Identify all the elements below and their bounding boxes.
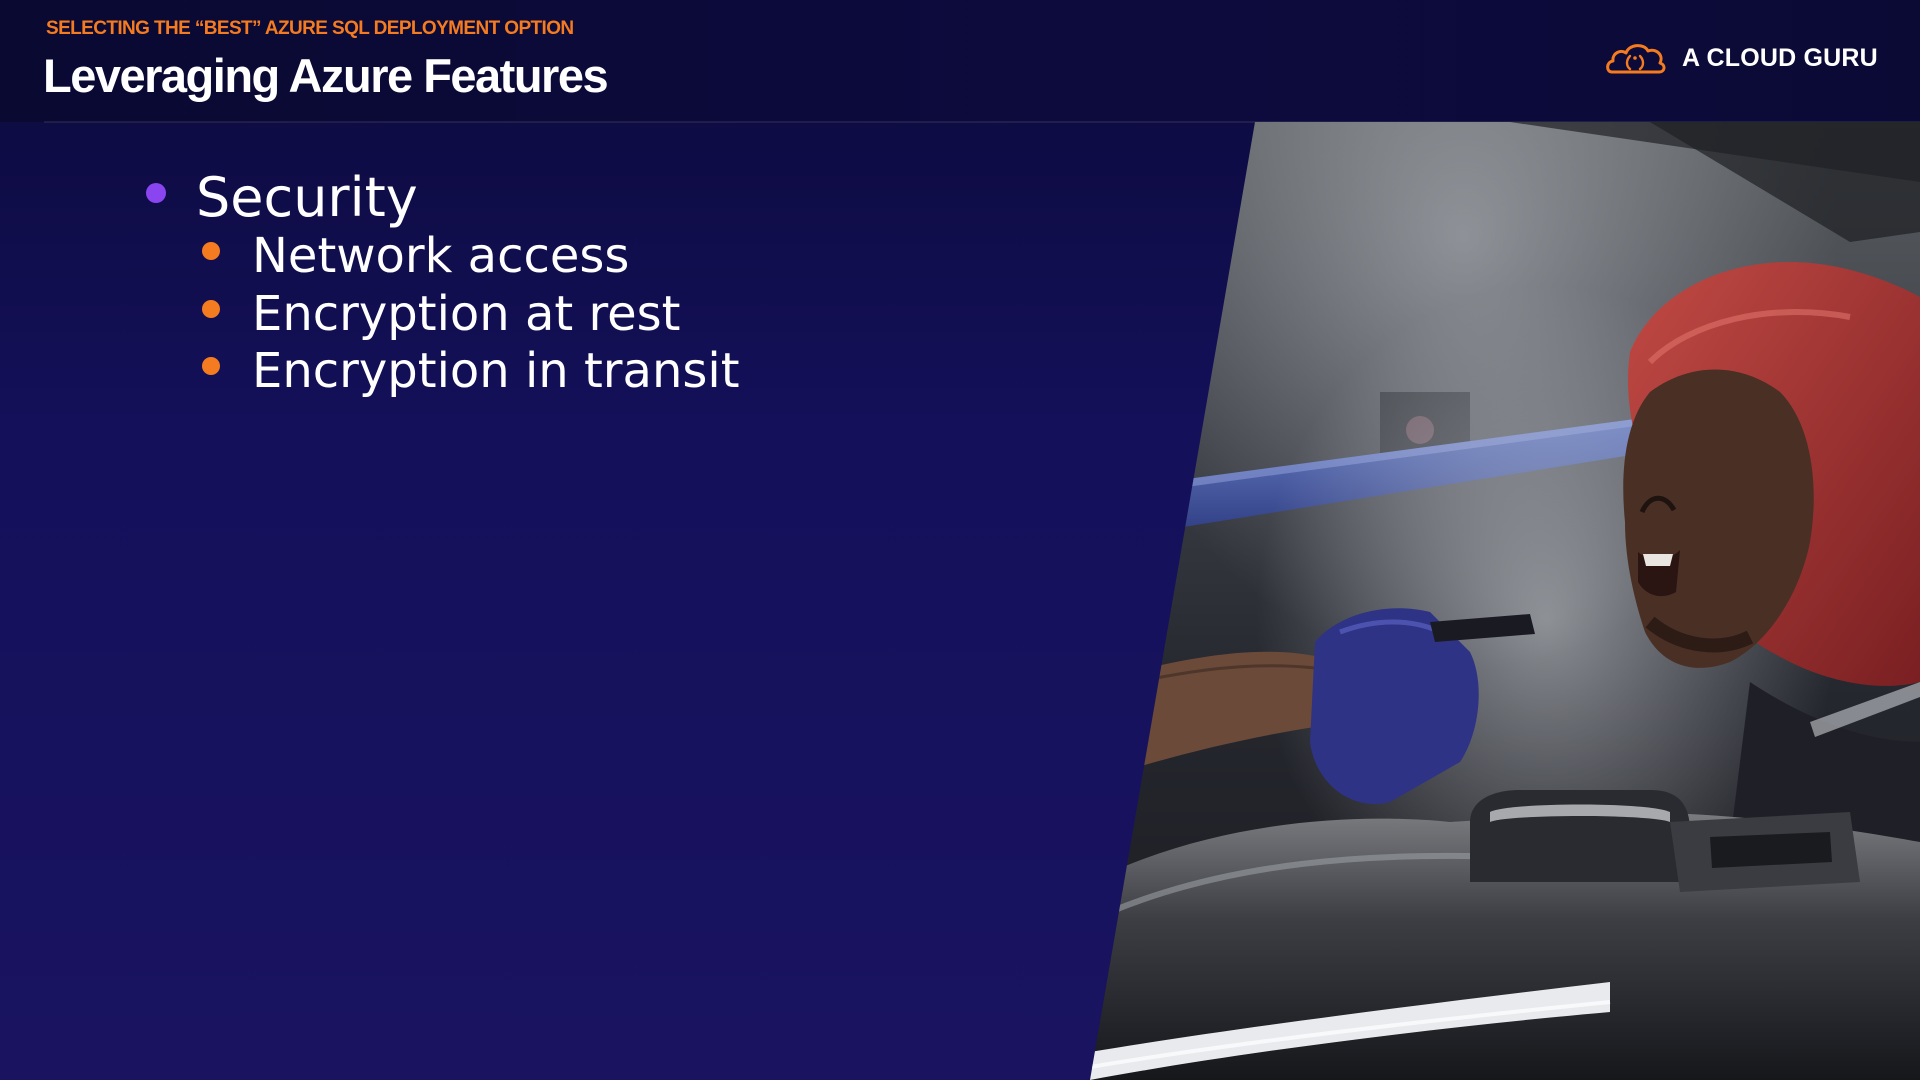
bullet-marker-encryption-in-transit: [202, 357, 220, 375]
bullet-marker-encryption-at-rest: [202, 300, 220, 318]
brand-name: A CLOUD GURU: [1682, 43, 1878, 72]
slide: SELECTING THE “BEST” AZURE SQL DEPLOYMEN…: [0, 0, 1920, 1080]
bullet-item-security: Security: [196, 166, 418, 229]
bullet-item-encryption-in-transit: Encryption in transit: [252, 343, 740, 399]
bullet-item-network-access: Network access: [252, 228, 630, 284]
boxer-photo: [1090, 122, 1920, 1080]
bullet-item-encryption-at-rest: Encryption at rest: [252, 286, 681, 342]
brand-logo-group: A CLOUD GURU: [1604, 36, 1878, 80]
bullet-list: Security Network access Encryption at re…: [0, 0, 1000, 600]
bullet-marker-network-access: [202, 242, 220, 260]
cloud-logo-icon: [1606, 44, 1666, 74]
bullet-marker-security: [146, 183, 166, 203]
boxer-photo-illustration: [1090, 122, 1920, 1080]
